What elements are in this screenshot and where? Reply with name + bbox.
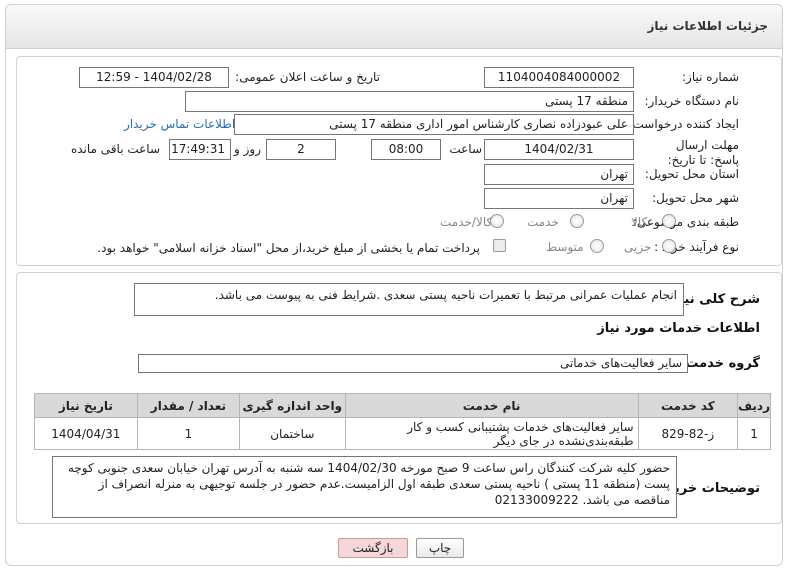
service-name-cell: سایر فعالیت‌های خدمات پشتیبانی کسب و کار…: [344, 417, 639, 450]
category-service-radio[interactable]: [570, 214, 584, 228]
deadline-date-field[interactable]: 1404/02/31: [484, 139, 634, 160]
buyer-org-label: نام دستگاه خریدار:: [644, 94, 740, 108]
deadline-time-field[interactable]: 08:00: [371, 139, 441, 160]
province-field[interactable]: تهران: [484, 164, 634, 185]
remaining-time-label: ساعت باقی مانده: [70, 142, 160, 156]
deadline-label: مهلت ارسال پاسخ: تا تاریخ:: [667, 138, 739, 167]
services-table: ردیف کد خدمت نام خدمت واحد اندازه گیری ت…: [34, 393, 771, 450]
province-label: استان محل تحویل:: [644, 167, 739, 181]
category-label: طبقه بندی موضوعی:: [632, 215, 739, 229]
panel-header: جزئیات اطلاعات نیاز: [6, 5, 782, 49]
col-quantity-header: تعداد / مقدار: [136, 393, 241, 418]
creator-label: ایجاد کننده درخواست:: [628, 117, 739, 131]
remaining-time-field[interactable]: 17:49:31: [169, 139, 231, 160]
treasury-payment-checkbox[interactable]: [493, 239, 506, 252]
print-button[interactable]: چاپ: [416, 538, 464, 558]
col-date-header: تاریخ نیاز: [34, 393, 138, 418]
service-group-label: گروه خدمت:: [680, 356, 760, 371]
process-minor-label: جزیی: [624, 240, 652, 254]
unit-cell: ساختمان: [239, 417, 346, 450]
table-header-row: ردیف کد خدمت نام خدمت واحد اندازه گیری ت…: [34, 393, 771, 418]
process-minor-radio[interactable]: [662, 239, 676, 253]
service-code-cell: ز-82-829: [637, 417, 739, 450]
announce-date-label: تاریخ و ساعت اعلان عمومی:: [235, 70, 380, 84]
category-goods-radio[interactable]: [662, 214, 676, 228]
col-unit-header: واحد اندازه گیری: [239, 393, 346, 418]
col-code-header: کد خدمت: [637, 393, 739, 418]
need-summary-field[interactable]: انجام عملیات عمرانی مرتبط با تعمیرات ناح…: [134, 283, 684, 316]
process-medium-radio[interactable]: [590, 239, 604, 253]
col-row-header: ردیف: [737, 393, 771, 418]
quantity-cell: 1: [136, 417, 241, 450]
table-row: 1 ز-82-829 سایر فعالیت‌های خدمات پشتیبان…: [34, 417, 771, 450]
row-number-cell: 1: [737, 417, 771, 450]
creator-field[interactable]: علی عبودزاده نصاری کارشناس امور اداری من…: [234, 114, 634, 135]
category-service-label: خدمت: [527, 215, 559, 229]
buyer-contact-link[interactable]: اطلاعات تماس خریدار: [124, 117, 235, 131]
services-section-title: اطلاعات خدمات مورد نیاز: [597, 321, 760, 336]
buyer-notes-field[interactable]: حضور کلیه شرکت کنندگان راس ساعت 9 صبح مو…: [52, 456, 677, 518]
category-goods-service-label: کالا/خدمت: [440, 215, 493, 229]
category-goods-label: کالا: [631, 215, 648, 229]
need-date-cell: 1404/04/31: [34, 417, 138, 450]
need-number-field[interactable]: 1104004084000002: [484, 67, 634, 88]
col-name-header: نام خدمت: [344, 393, 639, 418]
announce-date-field[interactable]: 1404/02/28 - 12:59: [79, 67, 229, 88]
back-button[interactable]: بازگشت: [338, 538, 408, 558]
remaining-days-field[interactable]: 2: [266, 139, 336, 160]
deadline-time-label: ساعت: [449, 142, 482, 156]
city-field[interactable]: تهران: [484, 188, 634, 209]
city-label: شهر محل تحویل:: [652, 191, 739, 205]
buyer-org-field[interactable]: منطقه 17 پستی: [185, 91, 634, 112]
days-label: روز و: [234, 142, 261, 156]
treasury-payment-note: پرداخت تمام یا بخشی از مبلغ خرید،از محل …: [97, 241, 480, 255]
panel-title: جزئیات اطلاعات نیاز: [647, 19, 768, 33]
service-group-field[interactable]: سایر فعالیت‌های خدماتی: [138, 354, 688, 373]
need-number-label: شماره نیاز:: [682, 70, 739, 84]
process-medium-label: متوسط: [546, 240, 584, 254]
